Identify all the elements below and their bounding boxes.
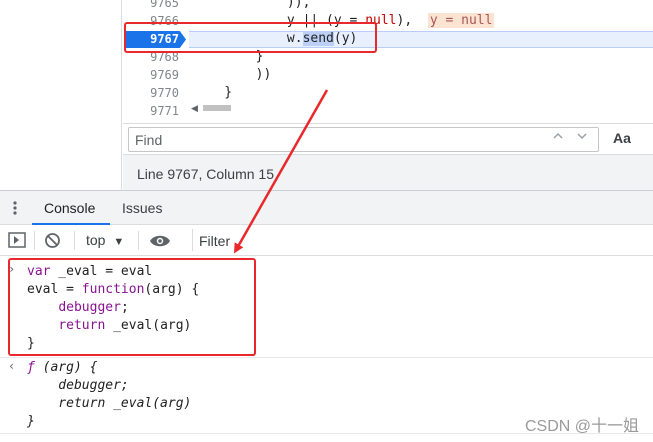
inline-value: y = null [427,13,495,28]
toolbar-divider [74,231,75,250]
toolbar-divider [34,231,35,250]
clear-console-icon[interactable] [44,232,61,252]
find-input[interactable]: Find [128,127,599,152]
drawer-tab-bar: Console Issues [0,190,653,225]
filter-placeholder: Filter [199,233,231,249]
console-output-line: debugger; [27,378,129,393]
output-chevron-icon: ‹ [8,359,16,373]
status-bar: Line 9767, Column 15 [123,154,653,190]
find-placeholder: Find [135,132,163,148]
context-selector[interactable]: top ▼ [86,232,124,248]
line-number[interactable]: 9765 [123,0,179,12]
line-gutter: 9765 9766 9767 9768 9769 9770 9771 [123,0,189,123]
message-divider [0,357,653,358]
match-case-button[interactable]: Aa [613,130,631,146]
chevron-down-icon[interactable] [573,130,591,146]
line-number[interactable]: 9770 [123,84,179,102]
cursor-position[interactable]: Line 9767, Column 15 [137,166,274,182]
scroll-thumb[interactable] [203,105,231,111]
more-options-icon[interactable] [10,200,20,220]
console-toolbar: top ▼ Filter [0,225,653,256]
code-line: } [193,85,233,100]
function-glyph: ƒ [27,360,35,375]
code-line: )), [193,0,311,10]
navigator-pane [0,0,122,190]
console-output-line: return _eval(arg) [27,396,192,411]
find-bar: Find Aa [123,123,653,153]
line-number[interactable]: 9771 [123,102,179,120]
eye-icon[interactable] [149,234,171,251]
toolbar-divider [138,231,139,250]
code-text: (arg) { [34,360,98,375]
filter-input[interactable]: Filter [192,229,653,251]
console-output-line: } [27,414,35,429]
code-line: )) [193,67,272,82]
dropdown-arrow-icon: ▼ [113,236,125,248]
tab-console[interactable]: Console [44,200,95,216]
annotation-box-send [124,22,377,53]
annotation-box-eval [8,258,256,356]
scroll-left-icon[interactable]: ◀ [191,103,198,114]
tab-issues[interactable]: Issues [122,200,162,216]
code-text: ), [396,13,413,28]
sidebar-toggle-icon[interactable] [8,232,26,251]
console-output-line[interactable]: ƒ (arg) { [27,359,97,377]
sources-editor: 9765 9766 9767 9768 9769 9770 9771 )), y… [0,0,653,190]
horizontal-scrollbar[interactable]: ◀ [189,102,653,114]
context-value: top [86,232,106,248]
chevron-up-icon[interactable] [549,130,567,146]
watermark: CSDN @十一姐 [524,418,639,435]
line-number[interactable]: 9769 [123,66,179,84]
